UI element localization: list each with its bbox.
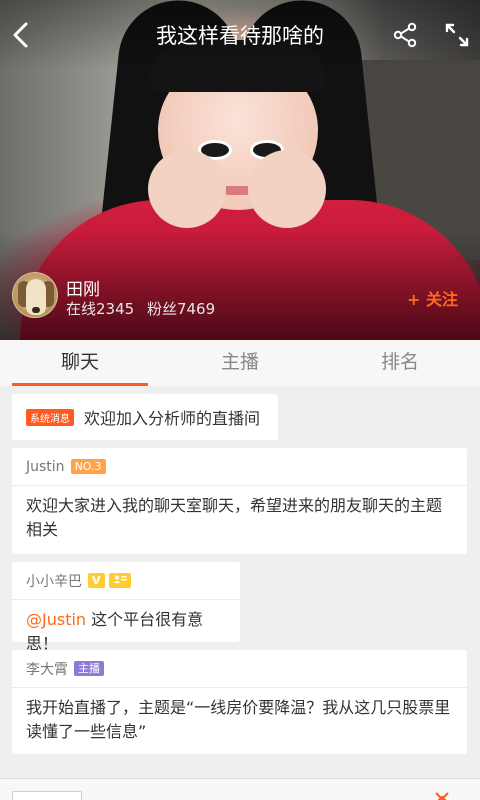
host-badge: 主播: [74, 661, 104, 676]
message-header: Justin NO.3: [12, 448, 467, 486]
message-header: 小小辛巴 V: [12, 562, 240, 600]
system-message: 系统消息 欢迎加入分析师的直播间: [12, 394, 278, 440]
anchor-info: 田刚 在线2345 粉丝7469 + 关注: [12, 272, 468, 322]
avatar[interactable]: [12, 272, 58, 318]
username[interactable]: 李大霄: [26, 659, 68, 679]
system-message-text: 欢迎加入分析师的直播间: [84, 409, 261, 428]
gift-icon[interactable]: [432, 791, 452, 800]
id-card-icon: [108, 573, 131, 588]
system-badge: 系统消息: [26, 408, 74, 426]
vip-badge: V: [88, 573, 105, 588]
input-bar: [0, 778, 480, 800]
username[interactable]: 小小辛巴: [26, 571, 82, 591]
online-count: 在线2345: [66, 300, 135, 318]
fans-count: 粉丝7469: [146, 300, 216, 318]
chat-message: 小小辛巴 V @Justin 这个平台很有意思！: [12, 562, 240, 653]
message-text: 欢迎大家进入我的聊天室聊天，希望进来的朋友聊天的主题相关: [26, 496, 443, 539]
username[interactable]: Justin: [26, 459, 65, 475]
tab-host[interactable]: 主播: [160, 340, 320, 386]
message-header: 李大霄 主播: [12, 650, 467, 688]
tab-chat[interactable]: 聊天: [0, 340, 160, 386]
follow-button[interactable]: + 关注: [407, 286, 458, 310]
chat-list[interactable]: 系统消息 欢迎加入分析师的直播间 Justin NO.3 欢迎大家进入我的聊天室…: [0, 386, 480, 778]
chat-message: 李大霄 主播 我开始直播了，主题是“一线房价要降温？我从这几只股票里读懂了一些信…: [12, 650, 467, 754]
anchor-name: 田刚: [66, 280, 100, 300]
fullscreen-icon[interactable]: [440, 18, 474, 52]
share-icon[interactable]: [388, 18, 422, 52]
top-bar: 我这样看待那啥的: [0, 0, 480, 70]
anchor-stats: 在线2345 粉丝7469: [66, 298, 223, 319]
level-badge: NO.3: [70, 459, 106, 474]
message-text: 我开始直播了，主题是“一线房价要降温？我从这几只股票里读懂了一些信息”: [26, 698, 451, 741]
chat-message: Justin NO.3 欢迎大家进入我的聊天室聊天，希望进来的朋友聊天的主题相关: [12, 448, 467, 554]
mention[interactable]: @Justin: [26, 610, 86, 629]
tab-bar: 聊天 主播 排名: [0, 340, 480, 386]
chat-input[interactable]: [12, 791, 82, 800]
tab-ranking[interactable]: 排名: [320, 340, 480, 386]
